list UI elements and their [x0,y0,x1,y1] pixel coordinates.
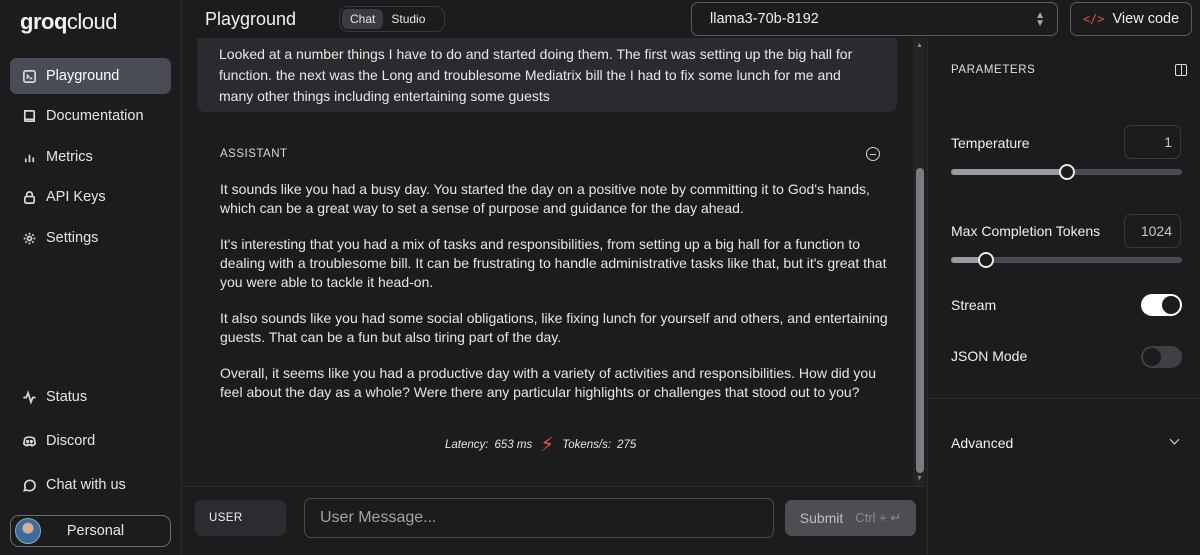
sidebar-item-label: API Keys [46,189,106,205]
assistant-paragraph: Overall, it seems like you had a product… [220,365,876,400]
gear-icon [21,230,37,246]
sidebar-item-label: Documentation [46,108,144,124]
assistant-role-label: ASSISTANT [220,148,288,160]
sidebar-item-label: Settings [46,230,99,246]
remove-message-icon[interactable] [866,147,880,161]
sidebar-item-playground[interactable]: Playground [10,58,171,94]
app-root: groqcloud Playground Documentation Metri… [0,0,1200,555]
assistant-paragraph: It also sounds like you had some social … [220,310,888,345]
json-mode-toggle[interactable] [1141,346,1182,368]
submit-shortcut: Ctrl + ↵ [855,510,902,525]
view-code-label: View code [1112,11,1180,27]
advanced-label[interactable]: Advanced [951,435,1013,451]
max-tokens-label: Max Completion Tokens [951,223,1101,239]
chat-scrollbar[interactable]: ▲ ▼ [913,38,926,486]
sidebar-item-label: Metrics [46,149,93,165]
toggle-knob [1162,296,1180,314]
view-code-button[interactable]: </> View code [1070,2,1192,36]
lock-icon [21,189,37,205]
groqcloud-logo[interactable]: groqcloud [20,9,117,35]
page-title: Playground [205,9,297,29]
divider [928,398,1200,399]
model-select-value: llama3-70b-8192 [710,11,819,27]
activity-icon [21,389,37,405]
playground-icon [21,68,37,84]
max-tokens-slider[interactable] [951,252,1182,268]
scrollbar-thumb[interactable] [916,168,924,473]
chat-history: Looked at a number things I have to do a… [183,38,913,486]
sidebar-item-status[interactable]: Status [10,379,171,415]
tab-chat[interactable]: Chat [342,9,384,29]
sidebar-item-api-keys[interactable]: API Keys [10,179,171,215]
account-label: Personal [66,523,125,539]
parameters-panel: PARAMETERS Temperature 1 Max Completion … [927,38,1200,555]
submit-label: Submit [799,510,844,526]
slider-thumb[interactable] [1058,164,1075,180]
user-message[interactable]: Looked at a number things I have to do a… [197,38,897,112]
chevron-up-down-icon: ▲ ▼ [1035,10,1045,29]
logo-main-text: groq [20,9,67,34]
account-switcher[interactable]: Personal [10,515,171,547]
stream-label: Stream [951,297,997,313]
max-tokens-input[interactable]: 1024 [1124,214,1181,248]
sidebar-item-documentation[interactable]: Documentation [10,98,171,134]
code-icon: </> [1082,12,1105,26]
submit-button[interactable]: Submit Ctrl + ↵ [785,500,916,536]
user-message-input[interactable] [304,498,774,538]
sidebar-item-label: Playground [46,68,120,84]
sidebar-item-chat-with-us[interactable]: Chat with us [10,467,171,503]
tokens-value: 275 [617,438,637,451]
message-composer: USER Submit Ctrl + ↵ [183,486,927,555]
chevron-down-icon[interactable] [1169,434,1180,445]
assistant-paragraph: It's interesting that you had a mix of t… [220,236,887,290]
chat-bubble-icon [21,477,37,493]
latency-value: 653 ms [494,438,533,451]
temperature-input[interactable]: 1 [1124,125,1181,159]
mode-toggle: Chat Studio [339,6,445,32]
lightning-icon: ⚡ [540,434,555,456]
sidebar: groqcloud Playground Documentation Metri… [0,0,182,555]
role-toggle-button[interactable]: USER [195,500,286,536]
latency-label: Latency: [445,438,489,451]
stream-toggle[interactable] [1141,294,1182,316]
response-stats: Latency: 653 ms ⚡ Tokens/s: 275 [445,432,636,457]
slider-thumb[interactable] [977,252,994,268]
scroll-up-icon[interactable]: ▲ [916,42,923,49]
bar-chart-icon [21,149,37,165]
temperature-label: Temperature [951,135,1030,151]
sidebar-item-settings[interactable]: Settings [10,220,171,256]
tab-studio[interactable]: Studio [383,9,433,29]
temperature-slider[interactable] [951,164,1182,180]
sidebar-item-discord[interactable]: Discord [10,423,171,459]
toggle-panel-icon[interactable] [1175,64,1187,76]
sidebar-item-metrics[interactable]: Metrics [10,139,171,175]
toggle-knob [1143,348,1161,366]
model-select[interactable]: llama3-70b-8192 ▲ ▼ [691,2,1058,36]
sidebar-item-label: Chat with us [46,477,126,493]
json-mode-label: JSON Mode [951,348,1028,364]
sidebar-item-label: Status [46,389,88,405]
book-icon [21,108,37,124]
parameters-title: PARAMETERS [951,64,1036,76]
logo-sub-text: cloud [66,9,118,34]
discord-icon [21,433,37,449]
tokens-label: Tokens/s: [562,438,612,451]
sidebar-item-label: Discord [46,433,96,449]
assistant-paragraph: It sounds like you had a busy day. You s… [220,181,870,216]
avatar [15,518,41,544]
scroll-down-icon[interactable]: ▼ [916,475,923,482]
slider-fill [951,169,1067,175]
